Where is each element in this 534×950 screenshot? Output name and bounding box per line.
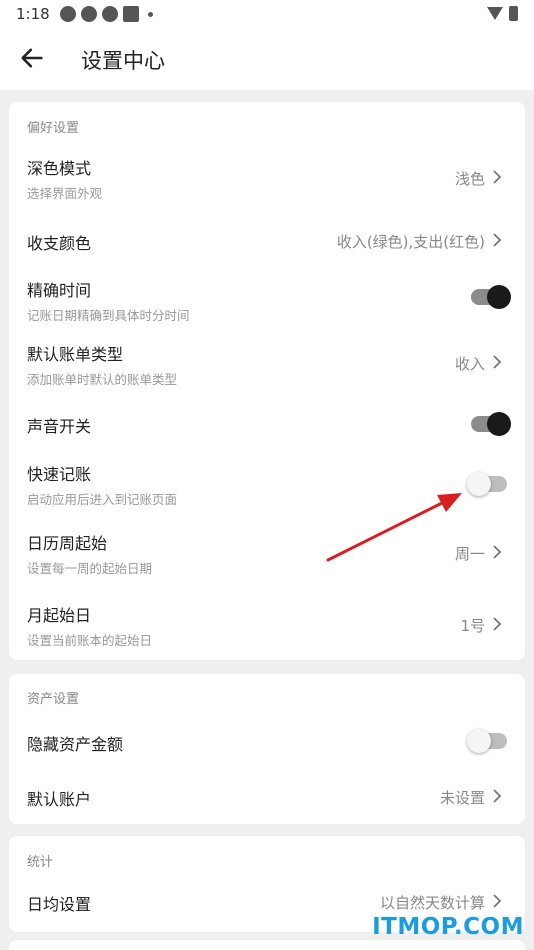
hide-amount-toggle[interactable] [467,729,507,753]
week-start-row[interactable]: 日历周起始 设置每一周的起始日期 周一 [9,518,525,586]
row-description: 启动应用后进入到记账页面 [27,492,178,507]
section-title: 统计 [27,855,54,870]
chevron-right-icon [493,789,502,803]
row-label: 收支颜色 [27,234,92,253]
row-label: 日均设置 [27,895,92,914]
app-bar: 设置中心 [0,28,534,90]
row-label: 默认账单类型 [27,345,124,364]
row-value: 1号 [460,617,485,635]
row-label: 快速记账 [27,465,92,484]
arrow-left-icon[interactable] [18,44,46,72]
quick-bill-row: 快速记账 启动应用后进入到记账页面 [9,452,525,518]
row-label: 隐藏资产金额 [27,735,124,754]
assets-card: 资产设置 隐藏资产金额 默认账户 未设置 [9,674,525,824]
section-title: 偏好设置 [27,121,80,136]
row-description: 记账日期精确到具体时分时间 [27,308,190,323]
row-value: 收入(绿色),支出(红色) [336,233,485,251]
battery-icon [509,6,518,21]
sound-toggle[interactable] [471,412,511,436]
row-description: 添加账单时默认的账单类型 [27,372,178,387]
row-description: 设置每一周的起始日期 [27,561,153,576]
month-start-row[interactable]: 月起始日 设置当前账本的起始日 1号 [9,590,525,656]
status-bar: 1:18 [0,0,534,28]
chevron-right-icon [493,355,502,369]
row-label: 声音开关 [27,417,92,436]
row-value: 未设置 [439,789,485,807]
row-label: 默认账户 [27,790,92,809]
income-color-row[interactable]: 收支颜色 收入(绿色),支出(红色) [9,214,525,266]
default-bill-type-row[interactable]: 默认账单类型 添加账单时默认的账单类型 收入 [9,332,525,396]
notification-icon [60,6,76,22]
next-card-edge [9,940,525,950]
chevron-right-icon [493,894,502,908]
notification-icon [123,6,139,22]
default-account-row[interactable]: 默认账户 未设置 [9,770,525,824]
chevron-right-icon [493,170,502,184]
notification-icons [60,6,153,22]
precise-time-toggle[interactable] [471,285,511,309]
row-label: 精确时间 [27,281,92,300]
chevron-right-icon [493,233,502,247]
watermark: ITMOP.COM [372,914,524,940]
quick-bill-toggle[interactable] [467,472,507,496]
notification-icon [102,6,118,22]
row-label: 月起始日 [27,606,92,625]
preferences-card: 偏好设置 深色模式 选择界面外观 浅色 收支颜色 收入(绿色),支出(红色) 精… [9,102,525,660]
wifi-icon [487,7,503,20]
precise-time-row: 精确时间 记账日期精确到具体时分时间 [9,266,525,332]
row-value: 浅色 [454,170,485,188]
page-title: 设置中心 [81,49,165,73]
row-value: 收入 [454,355,485,373]
row-value: 以自然天数计算 [379,894,485,912]
row-description: 设置当前账本的起始日 [27,633,153,648]
sound-row: 声音开关 [9,396,525,452]
row-label: 深色模式 [27,159,92,178]
chevron-right-icon [493,617,502,631]
section-title: 资产设置 [27,692,80,707]
row-value: 周一 [454,545,485,563]
row-description: 选择界面外观 [27,186,103,201]
more-notifications-icon [148,12,153,17]
dark-mode-row[interactable]: 深色模式 选择界面外观 浅色 [9,142,525,208]
hide-amount-row: 隐藏资产金额 [9,714,525,770]
row-label: 日历周起始 [27,534,108,553]
status-time: 1:18 [16,5,50,23]
chevron-right-icon [493,545,502,559]
notification-icon [81,6,97,22]
